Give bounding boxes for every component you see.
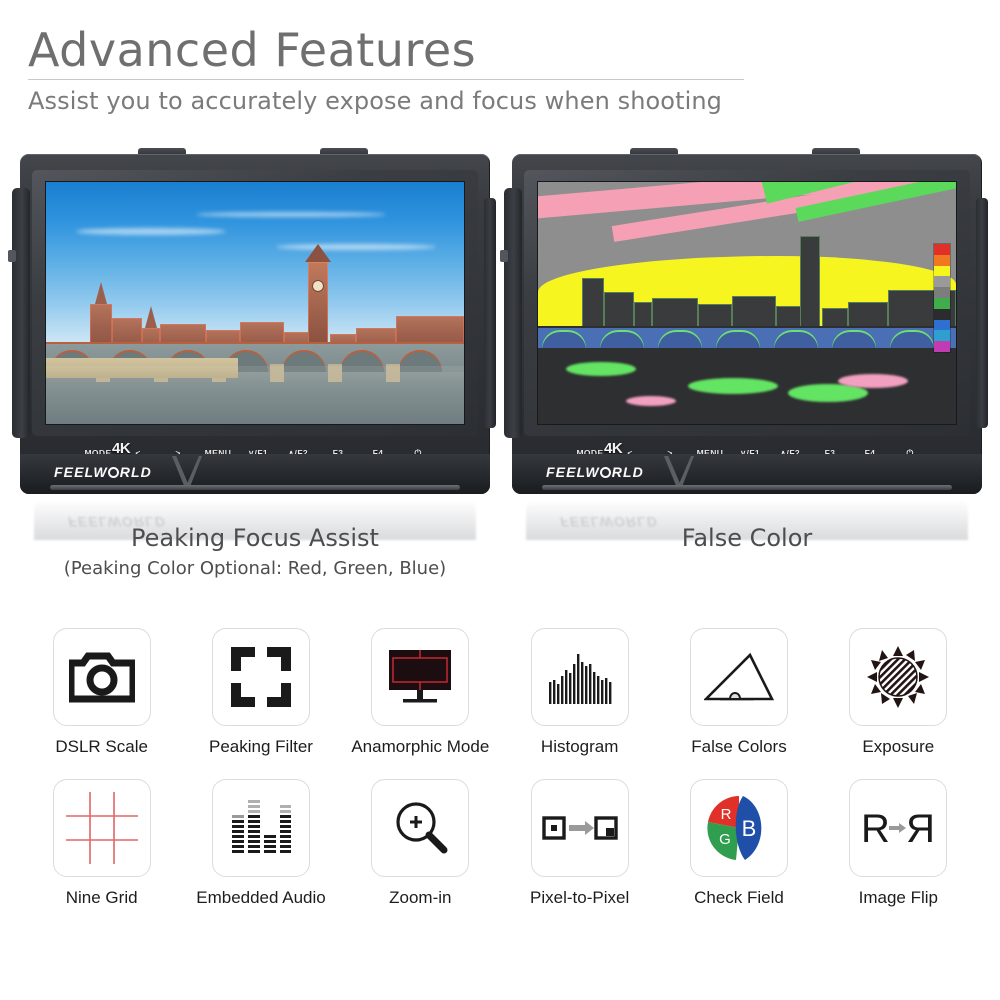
- feature-tile[interactable]: [211, 628, 310, 726]
- camera-icon: [68, 652, 135, 703]
- feature-label: DSLR Scale: [55, 737, 148, 756]
- feature-item[interactable]: Nine Grid: [22, 779, 181, 908]
- feature-item[interactable]: False Colors: [659, 628, 818, 757]
- monitor-showcase: 4K MODE < > MENU ∨/F1 ∧/F2 F3 F4 ⏻ FEELW…: [0, 148, 1000, 548]
- feature-tile[interactable]: R R: [849, 779, 948, 877]
- side-rail: [8, 188, 30, 438]
- pixel-arrow-icon: [541, 816, 618, 840]
- equalizer-icon: [231, 800, 291, 853]
- screen-false-color: [538, 182, 956, 424]
- feature-item[interactable]: Exposure: [819, 628, 978, 757]
- screen-bezel: [32, 170, 478, 436]
- monitor-false-color: 4K MODE < > MENU ∨/F1 ∧/F2 F3 F4 ⏻ FEELW…: [500, 148, 988, 540]
- screen-peaking: [46, 182, 464, 424]
- feature-tile[interactable]: [52, 628, 151, 726]
- monitor-peaking: 4K MODE < > MENU ∨/F1 ∧/F2 F3 F4 ⏻ FEELW…: [8, 148, 496, 540]
- caption-title: False Color: [681, 524, 813, 552]
- feature-item[interactable]: Peaking Filter: [181, 628, 340, 757]
- feature-tile[interactable]: [689, 628, 788, 726]
- feature-item[interactable]: R G B Check Field: [659, 779, 818, 908]
- monitor-body: 4K MODE < > MENU ∨/F1 ∧/F2 F3 F4 ⏻ FEELW…: [8, 154, 496, 494]
- feature-label: Peaking Filter: [209, 737, 313, 756]
- false-color-skyline: [538, 236, 956, 340]
- caption-peaking: Peaking Focus Assist (Peaking Color Opti…: [20, 524, 490, 579]
- feature-label: Zoom-in: [389, 888, 452, 907]
- caption-false-color: False Color: [512, 524, 982, 552]
- screen-bezel: [524, 170, 970, 436]
- feature-item[interactable]: DSLR Scale: [22, 628, 181, 757]
- side-port-icon: [8, 250, 16, 262]
- feature-label: Nine Grid: [65, 888, 138, 907]
- side-rail-right: [484, 198, 496, 428]
- cloud: [196, 212, 386, 217]
- feature-label: Image Flip: [858, 888, 938, 907]
- feature-label: Anamorphic Mode: [351, 737, 490, 756]
- feature-label: Embedded Audio: [196, 888, 326, 907]
- brand-logo: FEELW RLD: [546, 464, 644, 480]
- page-subtitle: Assist you to accurately expose and focu…: [28, 86, 723, 115]
- feature-tile[interactable]: [52, 779, 151, 877]
- svg-text:G: G: [719, 831, 731, 848]
- focus-brackets-icon: [230, 647, 291, 707]
- feature-label: Exposure: [862, 737, 935, 756]
- caption-subtitle: (Peaking Color Optional: Red, Green, Blu…: [63, 558, 447, 579]
- side-port-icon: [500, 250, 508, 262]
- water-reflection: [46, 366, 464, 424]
- feature-tile[interactable]: [371, 628, 470, 726]
- feature-tile[interactable]: [371, 779, 470, 877]
- false-color-bridge: [538, 328, 956, 348]
- magnifier-plus-icon: [396, 802, 448, 854]
- brand-logo: FEELW RLD: [54, 464, 152, 480]
- grid-icon: [65, 792, 138, 864]
- side-rail: [500, 188, 522, 438]
- rgb-wheel-icon: R G B: [707, 796, 762, 860]
- feature-label: False Colors: [691, 737, 787, 756]
- feature-item[interactable]: Anamorphic Mode: [341, 628, 500, 757]
- monitor-anamorphic-icon: [389, 650, 452, 703]
- svg-text:R: R: [861, 807, 890, 850]
- title-divider: [28, 78, 744, 80]
- sun-icon: [867, 646, 930, 708]
- feature-item[interactable]: Zoom-in: [341, 779, 500, 908]
- cloud: [76, 228, 226, 235]
- svg-text:R: R: [721, 806, 732, 823]
- feature-label: Histogram: [540, 737, 619, 756]
- feature-label: Pixel-to-Pixel: [530, 888, 630, 907]
- feature-tile[interactable]: [530, 628, 629, 726]
- histogram-icon: [548, 654, 612, 704]
- feature-grid: DSLR Scale Peaking Filter Anamorphic Mod…: [22, 628, 978, 908]
- monitor-body: 4K MODE < > MENU ∨/F1 ∧/F2 F3 F4 ⏻ FEELW…: [500, 154, 988, 494]
- feature-item[interactable]: Embedded Audio: [181, 779, 340, 908]
- feature-tile[interactable]: [211, 779, 310, 877]
- feature-item[interactable]: Histogram: [500, 628, 659, 757]
- page-header: Advanced Features Assist you to accurate…: [28, 24, 748, 115]
- foot-strip: [50, 485, 460, 490]
- feature-tile[interactable]: [849, 628, 948, 726]
- foot-strip: [542, 485, 952, 490]
- feature-tile[interactable]: R G B: [689, 779, 788, 877]
- feature-item[interactable]: Pixel-to-Pixel: [500, 779, 659, 908]
- page-title: Advanced Features: [28, 23, 477, 77]
- caption-title: Peaking Focus Assist: [131, 524, 379, 552]
- feature-tile[interactable]: [530, 779, 629, 877]
- svg-text:R: R: [906, 807, 935, 850]
- svg-text:B: B: [742, 816, 757, 841]
- brand-bar: FEELW RLD: [512, 454, 982, 494]
- mountains-icon: [703, 652, 774, 701]
- false-color-legend: [934, 244, 950, 352]
- brand-bar: FEELW RLD: [20, 454, 490, 494]
- r-mirror-icon: R R: [861, 807, 935, 850]
- feature-item[interactable]: R R Image Flip: [819, 779, 978, 908]
- feature-label: Check Field: [694, 888, 784, 907]
- side-rail-right: [976, 198, 988, 428]
